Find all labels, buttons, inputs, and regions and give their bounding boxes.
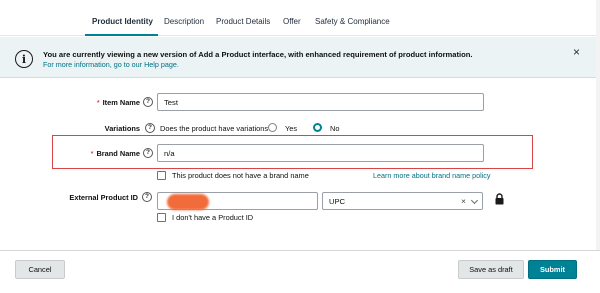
variations-no-label: No	[330, 124, 340, 133]
brand-policy-link[interactable]: Learn more about brand name policy	[373, 171, 490, 180]
tab-description[interactable]: Description	[164, 17, 204, 26]
variations-yes-radio[interactable]	[268, 123, 277, 132]
variations-no-radio[interactable]	[313, 123, 322, 132]
variations-question: Does the product have variations?	[160, 124, 273, 133]
no-brand-checkbox[interactable]	[157, 171, 166, 180]
save-draft-button[interactable]: Save as draft	[458, 260, 524, 279]
scrollbar[interactable]	[596, 0, 600, 250]
external-id-label: External Product ID	[69, 193, 138, 202]
info-icon: i	[15, 50, 33, 68]
active-tab-indicator	[85, 34, 158, 36]
tab-bar: Product Identity Description Product Det…	[0, 0, 600, 36]
item-name-input[interactable]	[157, 93, 484, 111]
item-name-label: * Item Name	[97, 98, 140, 107]
variations-yes-label: Yes	[285, 124, 298, 133]
tab-safety-compliance[interactable]: Safety & Compliance	[315, 17, 390, 26]
variations-label: Variations	[104, 124, 140, 133]
lock-icon	[495, 193, 504, 205]
no-product-id-checkbox[interactable]	[157, 213, 166, 222]
clear-icon[interactable]: ×	[461, 196, 466, 206]
chevron-down-icon[interactable]	[470, 196, 479, 205]
no-product-id-label: I don't have a Product ID	[172, 213, 254, 222]
footer-bar: Cancel Save as draft Submit	[0, 250, 600, 293]
redacted-value	[167, 194, 209, 210]
item-name-help-icon[interactable]: ?	[143, 97, 153, 107]
brand-name-label: * Brand Name	[91, 149, 140, 158]
external-id-help-icon[interactable]: ?	[142, 192, 152, 202]
brand-name-label-text: Brand Name	[96, 149, 140, 158]
close-icon[interactable]: ×	[573, 46, 580, 58]
help-page-link[interactable]: For more information, go to our Help pag…	[43, 60, 179, 69]
banner-title: You are currently viewing a new version …	[43, 50, 473, 59]
item-name-label-text: Item Name	[102, 98, 140, 107]
cancel-button[interactable]: Cancel	[15, 260, 65, 279]
tab-product-identity[interactable]: Product Identity	[92, 17, 153, 26]
submit-button[interactable]: Submit	[528, 260, 577, 279]
brand-name-help-icon[interactable]: ?	[143, 148, 153, 158]
id-type-value: UPC	[329, 197, 346, 206]
tab-offer[interactable]: Offer	[283, 17, 301, 26]
required-mark: *	[96, 98, 100, 107]
tab-product-details[interactable]: Product Details	[216, 17, 270, 26]
brand-name-input[interactable]	[157, 144, 484, 162]
no-brand-label: This product does not have a brand name	[172, 171, 309, 180]
variations-help-icon[interactable]: ?	[145, 123, 155, 133]
required-mark: *	[90, 149, 94, 158]
id-type-select[interactable]: UPC ×	[322, 192, 483, 210]
